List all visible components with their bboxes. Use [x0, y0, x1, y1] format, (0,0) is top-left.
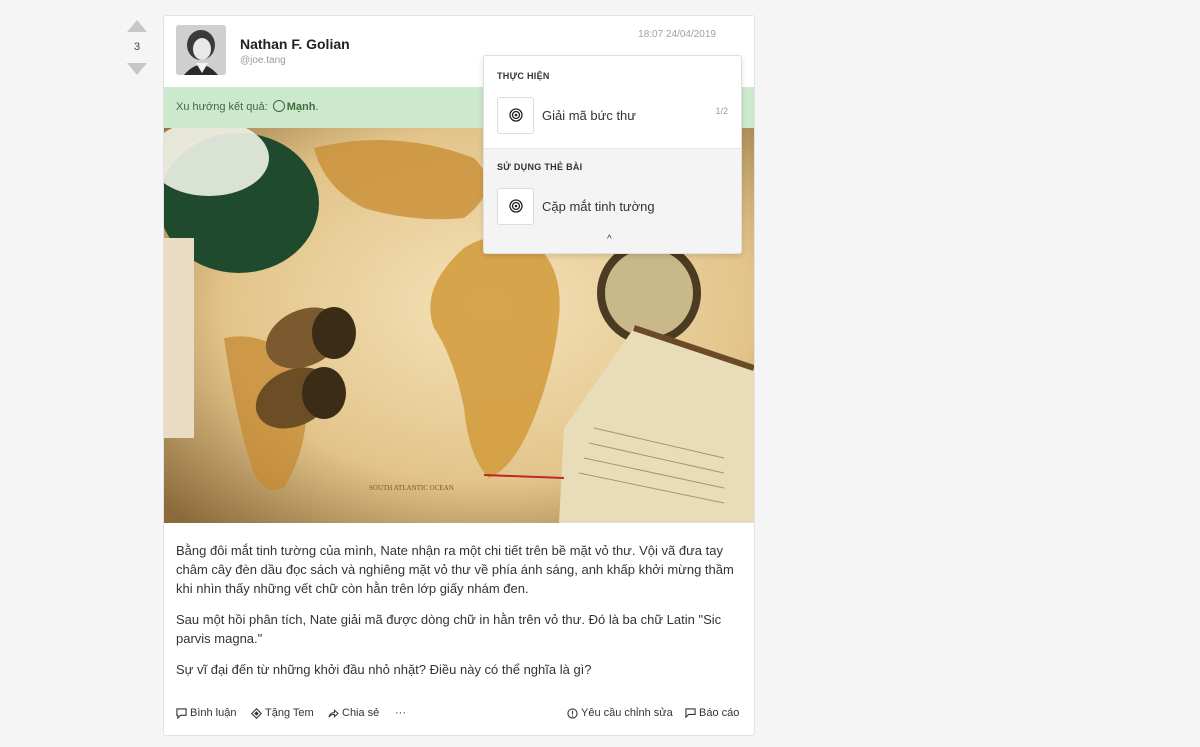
sharp-eyes-label: Cặp mắt tinh tường	[542, 198, 655, 214]
author-handle: @joe.tang	[240, 55, 286, 66]
post-paragraph: Sau một hồi phân tích, Nate giải mã được…	[176, 612, 722, 646]
section-title-perform: THỰC HIỆN	[497, 71, 550, 81]
upvote-button[interactable]	[127, 20, 147, 32]
flag-icon	[685, 707, 696, 718]
request-edit-button[interactable]: Yêu cầu chỉnh sửa	[567, 707, 673, 719]
post-paragraph: Bằng đôi mắt tinh tường của mình, Nate n…	[176, 543, 734, 596]
stamp-icon	[251, 707, 262, 719]
collapse-chevron-icon[interactable]: ^	[607, 234, 612, 245]
avatar[interactable]	[176, 25, 226, 75]
report-button[interactable]: Báo cáo	[685, 707, 739, 719]
dropdown-item-sharp-eyes[interactable]: Cặp mắt tinh tường	[497, 187, 728, 225]
target-icon	[497, 96, 534, 134]
gift-stamp-button[interactable]: Tặng Tem	[251, 707, 314, 719]
map-ocean-label: SOUTH ATLANTIC OCEAN	[369, 484, 454, 492]
info-icon	[567, 707, 578, 719]
vote-widget: 3	[126, 20, 148, 75]
section-title-use-card: SỬ DỤNG THẺ BÀI	[497, 162, 583, 172]
downvote-button[interactable]	[127, 63, 147, 75]
comment-label: Bình luận	[190, 707, 237, 719]
share-button[interactable]: Chia sẻ	[328, 707, 379, 719]
post-actions: Bình luận Tặng Tem Chia sẻ ··· Yêu cầu c…	[176, 707, 742, 723]
trend-suffix: .	[315, 101, 319, 113]
post-body: Bằng đôi mắt tinh tường của mình, Nate n…	[176, 541, 742, 691]
smile-icon	[272, 100, 285, 112]
trend-value: Mạnh	[286, 101, 316, 113]
share-label: Chia sẻ	[342, 707, 380, 719]
comment-button[interactable]: Bình luận	[176, 707, 236, 719]
request-edit-label: Yêu cầu chỉnh sửa	[581, 707, 673, 719]
author-name[interactable]: Nathan F. Golian	[240, 36, 350, 52]
report-label: Báo cáo	[699, 707, 740, 719]
dropdown-item-decode-letter[interactable]: Giải mã bức thư 1/2	[497, 96, 728, 134]
gift-stamp-label: Tặng Tem	[265, 707, 314, 719]
action-dropdown: THỰC HIỆN Giải mã bức thư 1/2 SỬ DỤNG TH…	[483, 55, 742, 254]
comment-icon	[176, 707, 187, 719]
target-icon	[497, 187, 534, 225]
decode-letter-label: Giải mã bức thư	[542, 107, 636, 123]
post-paragraph: Sự vĩ đại đến từ những khởi đầu nhỏ nhặt…	[176, 662, 592, 677]
trend-label: Xu hướng kết quả:	[176, 101, 268, 113]
more-options-button[interactable]: ···	[395, 707, 406, 719]
post-timestamp: 18:07 24/04/2019	[638, 29, 716, 40]
decode-letter-count: 1/2	[715, 106, 728, 116]
vote-count: 3	[133, 41, 141, 53]
more-icon: ···	[395, 707, 406, 719]
share-icon	[328, 708, 339, 718]
